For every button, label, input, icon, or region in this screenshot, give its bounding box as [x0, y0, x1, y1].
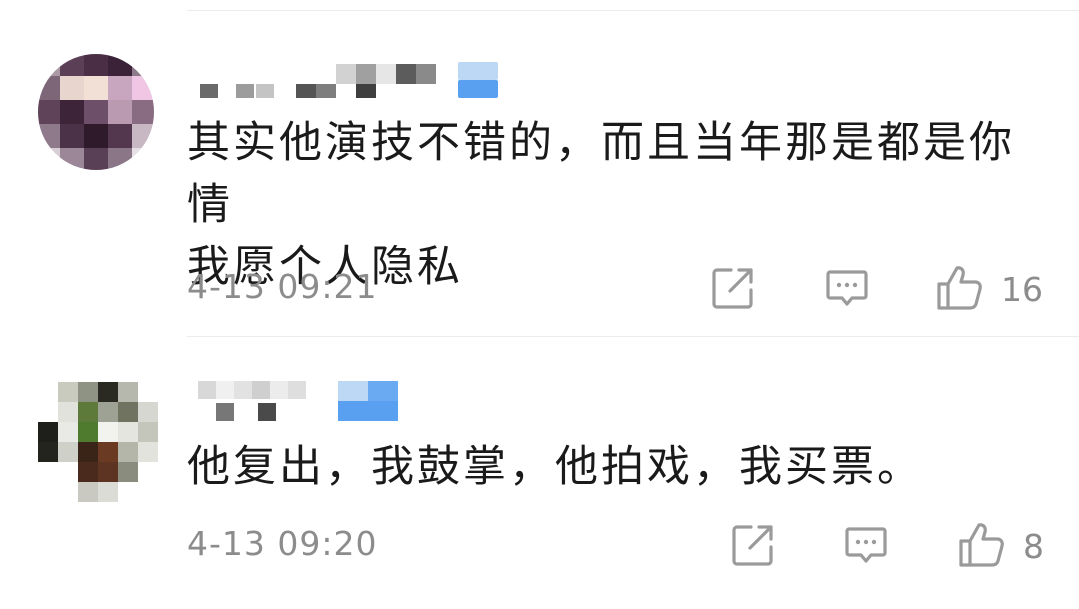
comment-item: 其实他演技不错的，而且当年那是都是你情 我愿个人隐私 4-13 09:21 16	[0, 0, 1079, 336]
comment-item: 他复出，我鼓掌，他拍戏，我买票。 4-13 09:20 8	[0, 337, 1079, 609]
comment-list: 其实他演技不错的，而且当年那是都是你情 我愿个人隐私 4-13 09:21 16…	[0, 0, 1079, 609]
reply-button[interactable]	[825, 263, 869, 313]
like-button[interactable]: 16	[935, 263, 1043, 313]
badge-icon	[458, 62, 498, 80]
comment-text: 他复出，我鼓掌，他拍戏，我买票。	[187, 442, 923, 492]
reply-button[interactable]	[844, 520, 888, 570]
thumbs-up-icon	[959, 523, 1004, 567]
thumbs-up-icon	[937, 266, 982, 310]
share-icon	[732, 525, 773, 566]
like-button[interactable]: 8	[957, 520, 1044, 570]
avatar[interactable]	[36, 52, 156, 172]
avatar[interactable]	[38, 382, 158, 502]
timestamp: 4-13 09:21	[187, 267, 378, 306]
share-button[interactable]	[711, 263, 755, 313]
like-count: 8	[1023, 526, 1044, 566]
comment-meta: 4-13 09:20 8	[187, 520, 1079, 570]
reply-icon	[845, 527, 887, 563]
share-icon	[712, 268, 753, 309]
timestamp: 4-13 09:20	[187, 524, 378, 563]
comment-meta: 4-13 09:21 16	[187, 263, 1079, 313]
share-button[interactable]	[731, 520, 775, 570]
reply-icon	[826, 270, 868, 306]
like-count: 16	[1001, 269, 1043, 309]
username-redacted[interactable]	[196, 381, 556, 421]
username-redacted[interactable]	[196, 58, 556, 98]
